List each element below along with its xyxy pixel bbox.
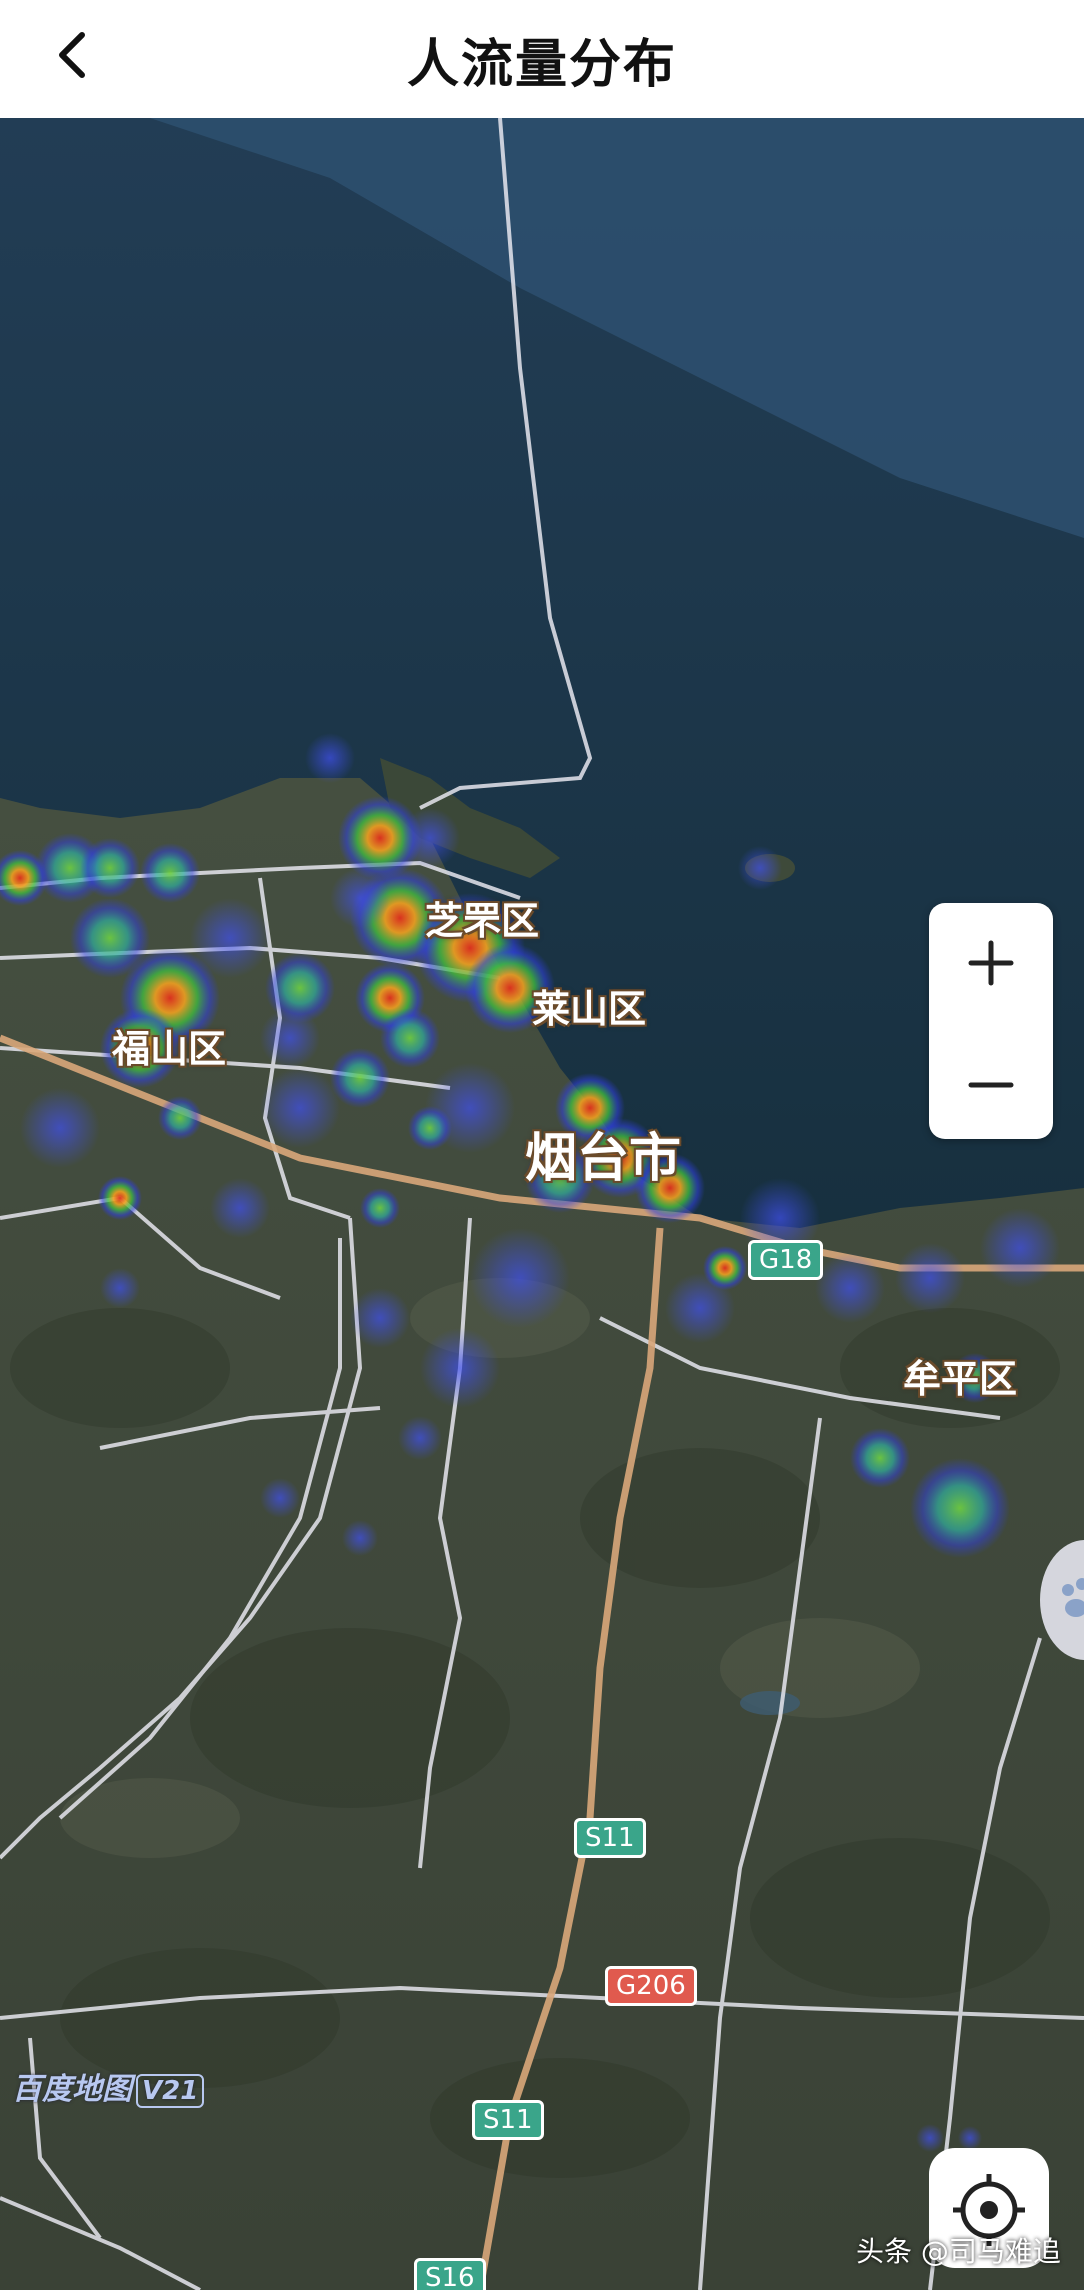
minus-icon (968, 1082, 1014, 1088)
zoom-in-button[interactable] (929, 903, 1053, 1021)
label-yantai-city: 烟台市 (525, 1129, 682, 1189)
zoom-out-button[interactable] (929, 1021, 1053, 1139)
plus-icon (968, 940, 1014, 986)
label-muping-district: 牟平区 (903, 1357, 1018, 1401)
label-zhifu-district: 芝罘区 (425, 899, 540, 943)
road-shield-g206: G206 (605, 1966, 697, 2006)
road-shield-s11: S11 (472, 2100, 544, 2140)
road-shield-s16: S16 (414, 2258, 486, 2290)
label-laishan-district: 莱山区 (532, 987, 647, 1031)
map-provider-logo: 百度地图 V21 (12, 2064, 205, 2108)
heatmap-map[interactable]: 芝罘区 莱山区 福山区 烟台市 牟平区 G18 S11 G206 S11 S16 (0, 118, 1084, 2290)
brand-name: 百度地图 (12, 2072, 132, 2107)
top-bar: 人流量分布 (0, 0, 1084, 118)
brand-version: V21 (136, 2074, 205, 2108)
page-title: 人流量分布 (406, 35, 677, 95)
watermark-text: 头条 @司马难追 (856, 2235, 1061, 2268)
label-fushan-district: 福山区 (112, 1027, 227, 1071)
paw-icon (1062, 1578, 1084, 1617)
road-shield-g18: G18 (748, 1240, 824, 1280)
zoom-control (929, 903, 1053, 1139)
satellite-base-map (0, 118, 1084, 2290)
road-shield-s11: S11 (574, 1818, 646, 1858)
